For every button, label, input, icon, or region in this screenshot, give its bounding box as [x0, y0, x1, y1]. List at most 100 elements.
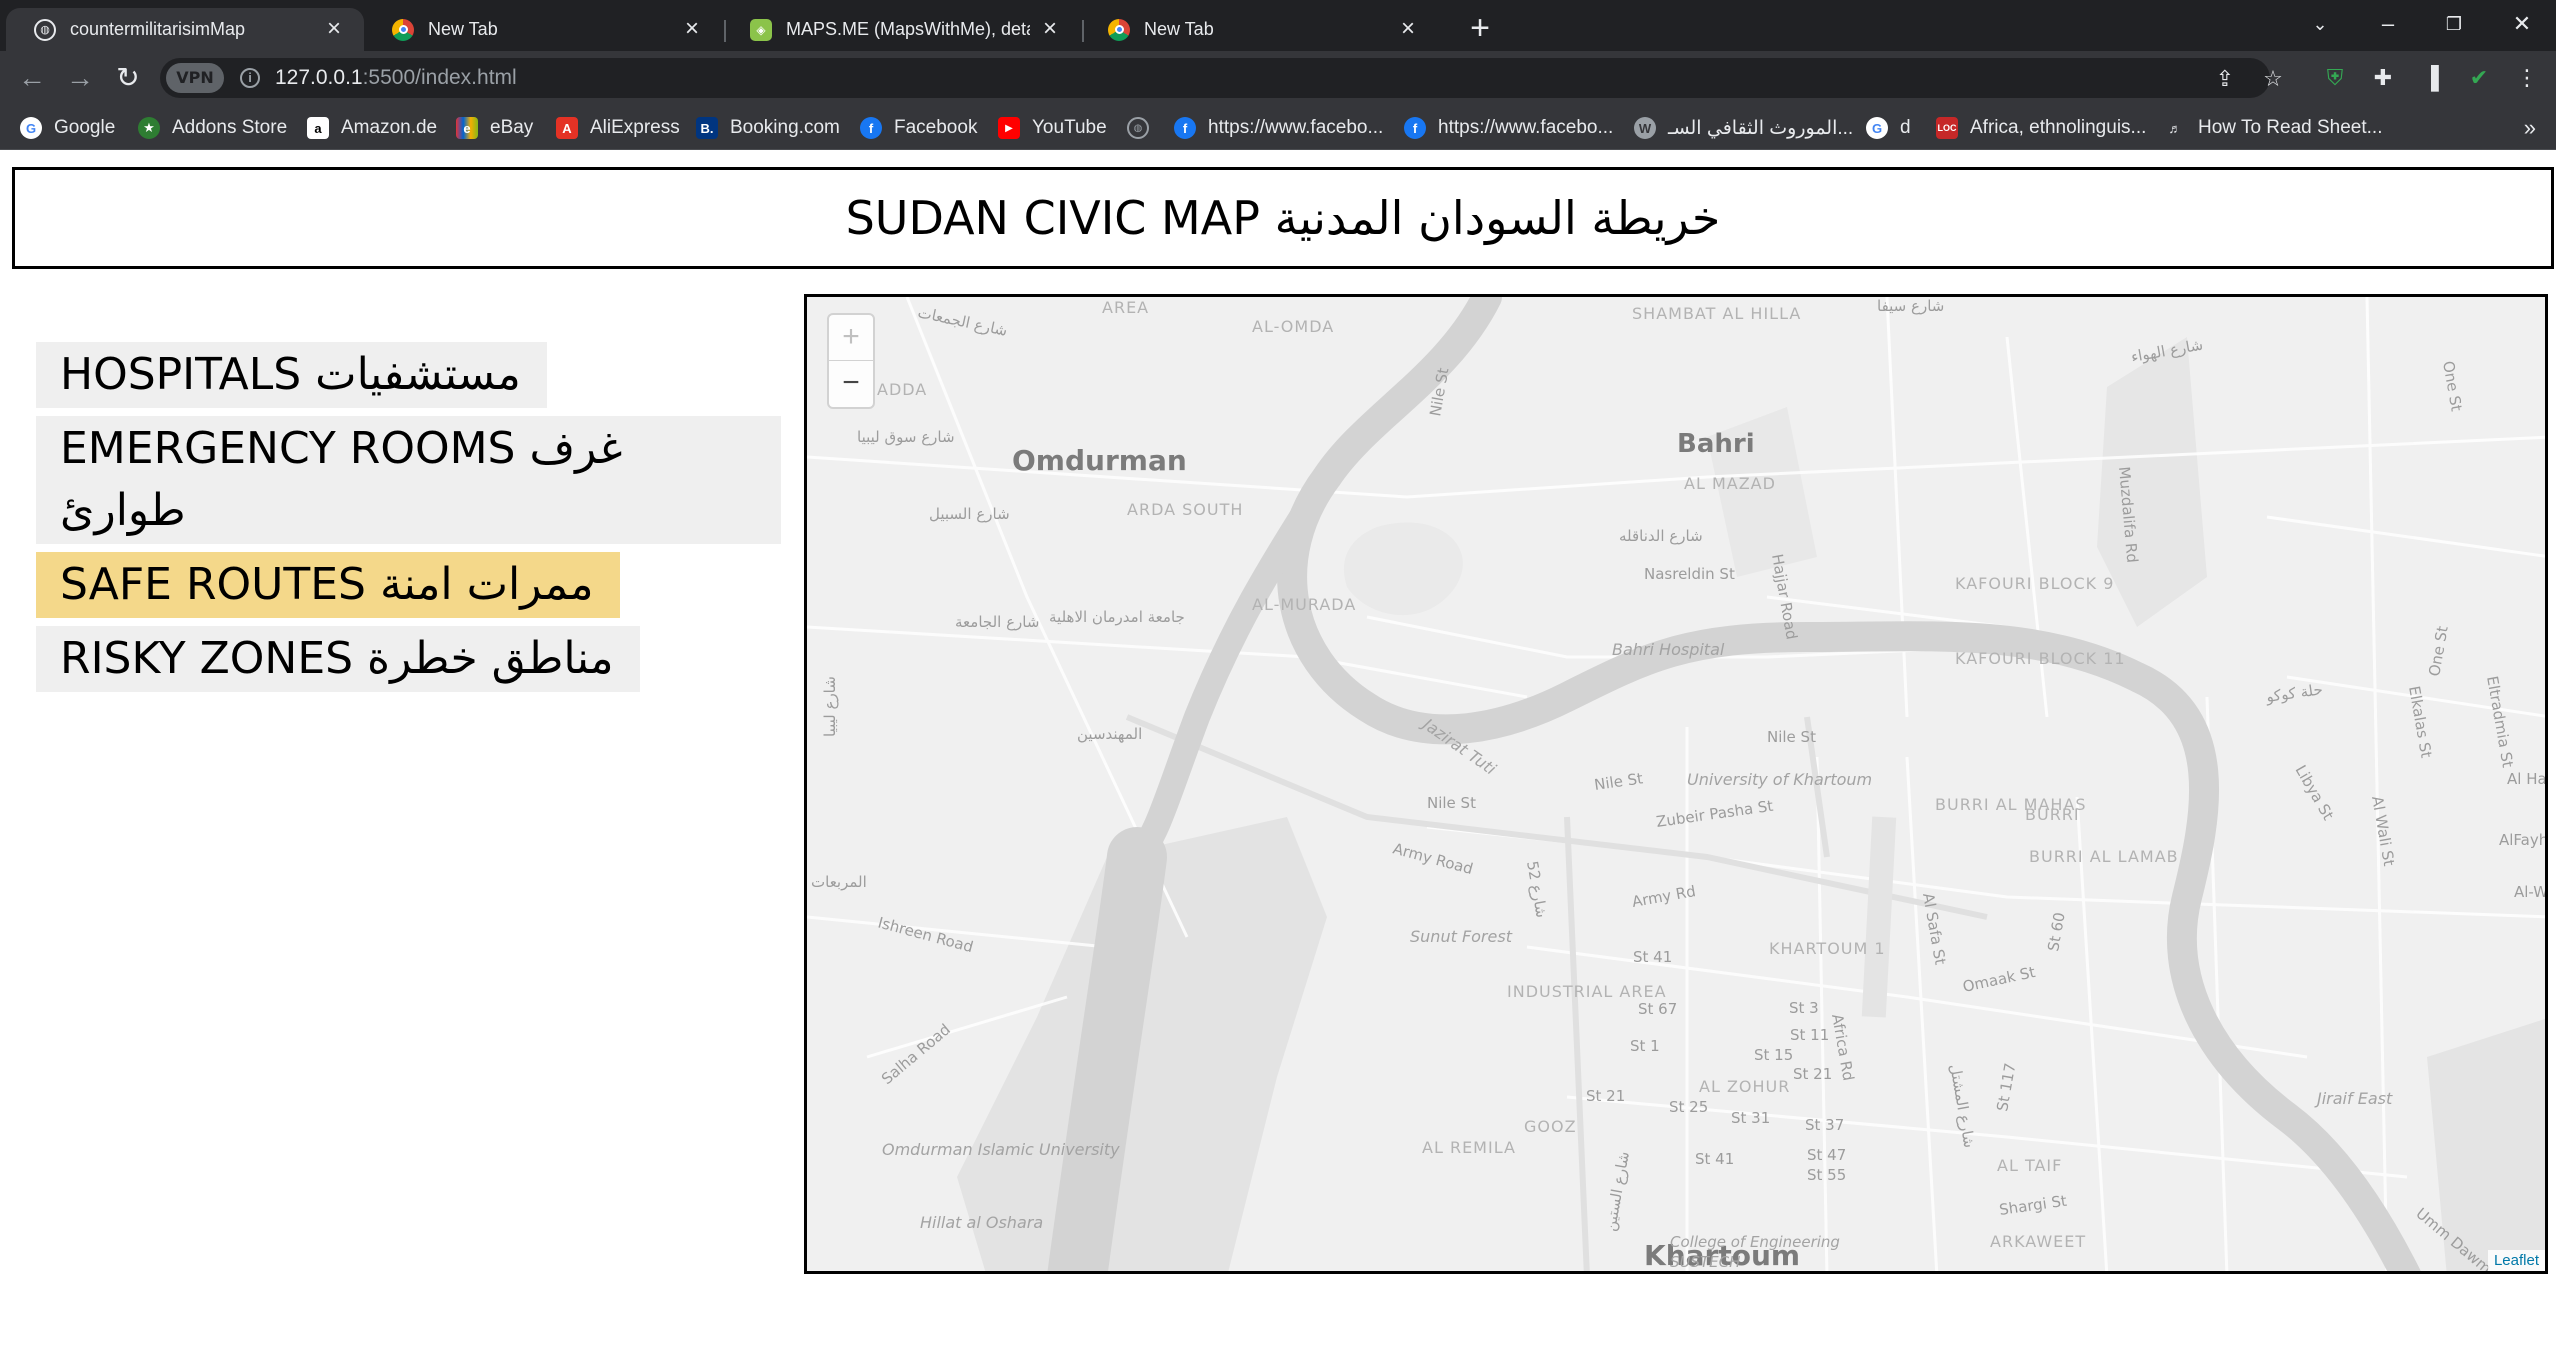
- close-tab-icon[interactable]: ×: [1396, 16, 1420, 42]
- close-tab-icon[interactable]: ×: [322, 16, 346, 42]
- svg-text:AL REMILA: AL REMILA: [1422, 1138, 1516, 1157]
- svg-text:St 47: St 47: [1807, 1146, 1846, 1164]
- tab-new-tab-2[interactable]: New Tab ×: [1080, 8, 1438, 51]
- share-icon[interactable]: ⇪: [2212, 66, 2238, 92]
- music-icon: ♬: [2168, 120, 2182, 136]
- addons-icon: ★: [138, 117, 160, 139]
- zoom-out-button[interactable]: −: [829, 361, 873, 407]
- svg-text:المربعات: المربعات: [811, 873, 867, 891]
- new-tab-button[interactable]: +: [1461, 10, 1499, 48]
- bookmark-booking[interactable]: B. Booking.com: [696, 113, 840, 143]
- menu-item-emergency-rooms[interactable]: EMERGENCY ROOMS غرف طوارئ: [36, 416, 781, 544]
- svg-text:Nile St: Nile St: [1427, 794, 1476, 812]
- tab-title: New Tab: [1144, 19, 1214, 39]
- menu-item-risky-zones[interactable]: RISKY ZONES مناطق خطرة: [36, 626, 640, 692]
- menu-item-hospitals[interactable]: HOSPITALS مستشفيات: [36, 342, 547, 408]
- bookmark-addons-store[interactable]: ★ Addons Store: [138, 113, 287, 143]
- bookmark-aliexpress[interactable]: A AliExpress: [556, 113, 680, 143]
- bookmark-globe[interactable]: ◍: [1127, 113, 1161, 143]
- svg-text:AlFayha: AlFayha: [2499, 831, 2548, 849]
- svg-text:Sunut Forest: Sunut Forest: [1410, 927, 1513, 946]
- bookmark-cultural-heritage[interactable]: W الموروث الثقافي السـ...: [1634, 113, 1853, 143]
- svg-text:SUSTECH: SUSTECH: [1670, 1253, 1740, 1271]
- svg-text:KHARTOUM 1: KHARTOUM 1: [1769, 939, 1886, 958]
- tab-search-icon[interactable]: ⌄: [2290, 6, 2350, 42]
- chrome-icon: [392, 18, 414, 41]
- svg-text:شارع سيفا: شارع سيفا: [1877, 297, 1944, 315]
- svg-text:BURRI: BURRI: [2025, 805, 2080, 824]
- url-text[interactable]: 127.0.0.1:5500/index.html: [275, 66, 517, 90]
- svg-text:St 31: St 31: [1731, 1109, 1770, 1127]
- svg-text:جامعة امدرمان الاهلية: جامعة امدرمان الاهلية: [1049, 608, 1185, 626]
- category-menu: HOSPITALS مستشفيات EMERGENCY ROOMS غرف ط…: [36, 342, 781, 700]
- svg-text:St 55: St 55: [1807, 1166, 1846, 1184]
- bookmark-google[interactable]: G Google: [20, 113, 115, 143]
- close-window-button[interactable]: ✕: [2492, 6, 2552, 42]
- bookmarks-bar: G Google ★ Addons Store a Amazon.de e eBay A…: [0, 105, 2556, 150]
- close-tab-icon[interactable]: ×: [1038, 16, 1062, 42]
- svg-text:شارع السبيل: شارع السبيل: [929, 505, 1010, 523]
- ebay-icon: e: [456, 117, 478, 139]
- tab-new-tab-1[interactable]: New Tab ×: [364, 8, 722, 51]
- svg-text:ARKAWEET: ARKAWEET: [1990, 1232, 2086, 1251]
- bookmark-facebook-link-2[interactable]: f https://www.facebo...: [1404, 113, 1613, 143]
- bookmark-facebook[interactable]: f Facebook: [860, 113, 977, 143]
- vpn-extension-icon[interactable]: ⛨: [2322, 65, 2348, 91]
- svg-text:KAFOURI BLOCK 9: KAFOURI BLOCK 9: [1955, 574, 2114, 593]
- address-bar[interactable]: VPN i 127.0.0.1:5500/index.html ⇪ ☆: [160, 58, 2283, 98]
- svg-text:AL ZOHUR: AL ZOHUR: [1699, 1077, 1790, 1096]
- chrome-icon: [1108, 18, 1130, 41]
- svg-text:Nile St: Nile St: [1767, 728, 1816, 746]
- forward-button[interactable]: →: [62, 61, 98, 97]
- bookmark-africa-ethnolinguistic[interactable]: LOC Africa, ethnolinguis...: [1936, 113, 2146, 143]
- globe-icon: ◍: [1127, 117, 1149, 139]
- svg-text:KAFOURI BLOCK 11: KAFOURI BLOCK 11: [1955, 649, 2126, 668]
- bookmark-ebay[interactable]: e eBay: [456, 113, 533, 143]
- leaflet-attribution-link[interactable]: Leaflet: [2487, 1250, 2545, 1271]
- menu-item-safe-routes[interactable]: SAFE ROUTES ممرات امنة: [36, 552, 620, 618]
- amazon-icon: a: [307, 117, 329, 139]
- extensions-puzzle-icon[interactable]: ✚: [2370, 65, 2396, 91]
- bookmark-star-icon[interactable]: ☆: [2260, 66, 2286, 92]
- bookmark-how-to-read-sheet[interactable]: ♬ How To Read Sheet...: [2164, 113, 2383, 143]
- svg-text:St 21: St 21: [1793, 1065, 1832, 1083]
- loc-icon: LOC: [1936, 117, 1958, 139]
- bookmark-facebook-link-1[interactable]: f https://www.facebo...: [1174, 113, 1383, 143]
- tab-mapsme[interactable]: ◈ MAPS.ME (MapsWithMe), detailed ×: [722, 8, 1080, 51]
- svg-text:شارع ليبيا: شارع ليبيا: [821, 676, 839, 737]
- tab-title: New Tab: [428, 19, 498, 39]
- svg-text:St 1: St 1: [1630, 1037, 1660, 1055]
- minimize-button[interactable]: –: [2358, 6, 2418, 42]
- svg-text:Al-W: Al-W: [2514, 883, 2548, 901]
- svg-text:AL MAZAD: AL MAZAD: [1684, 474, 1776, 493]
- svg-text:St 15: St 15: [1754, 1046, 1793, 1064]
- shield-check-icon[interactable]: ✔: [2466, 65, 2492, 91]
- svg-text:Hillat al Oshara: Hillat al Oshara: [920, 1213, 1043, 1232]
- map-container[interactable]: Omdurman Bahri Khartoum AREA AL-OMDA SHA…: [804, 294, 2548, 1274]
- svg-text:St 21: St 21: [1586, 1087, 1625, 1105]
- restore-button[interactable]: ❐: [2424, 6, 2484, 42]
- more-bookmarks-icon[interactable]: »: [2524, 115, 2536, 141]
- site-info-icon[interactable]: i: [240, 68, 260, 88]
- back-button[interactable]: ←: [14, 61, 50, 97]
- zoom-in-button[interactable]: +: [829, 315, 873, 361]
- facebook-icon: f: [1404, 117, 1426, 139]
- svg-text:AREA: AREA: [1102, 298, 1149, 317]
- svg-text:AL TAIF: AL TAIF: [1997, 1156, 2062, 1175]
- reload-button[interactable]: ↻: [110, 61, 146, 97]
- svg-text:Bahri Hospital: Bahri Hospital: [1612, 640, 1725, 659]
- globe-icon: ◍: [34, 18, 56, 41]
- bookmark-youtube[interactable]: ▶ YouTube: [998, 113, 1107, 143]
- aliexpress-icon: A: [556, 117, 578, 139]
- close-tab-icon[interactable]: ×: [680, 16, 704, 42]
- page-header: SUDAN CIVIC MAP خريطة السودان المدنية: [12, 167, 2554, 269]
- bookmark-amazon[interactable]: a Amazon.de: [307, 113, 437, 143]
- vpn-badge[interactable]: VPN: [166, 63, 224, 93]
- map-tiles[interactable]: Omdurman Bahri Khartoum AREA AL-OMDA SHA…: [807, 297, 2548, 1274]
- menu-kebab-icon[interactable]: ⋮: [2514, 65, 2540, 91]
- svg-text:المهندسين: المهندسين: [1077, 725, 1142, 743]
- svg-text:BURRI AL LAMAB: BURRI AL LAMAB: [2029, 847, 2179, 866]
- tab-countermilitarisim[interactable]: ◍ countermilitarisimMap ×: [6, 8, 364, 51]
- bookmark-d[interactable]: Gd: [1866, 113, 1911, 143]
- side-panel-icon[interactable]: ▐: [2418, 65, 2444, 91]
